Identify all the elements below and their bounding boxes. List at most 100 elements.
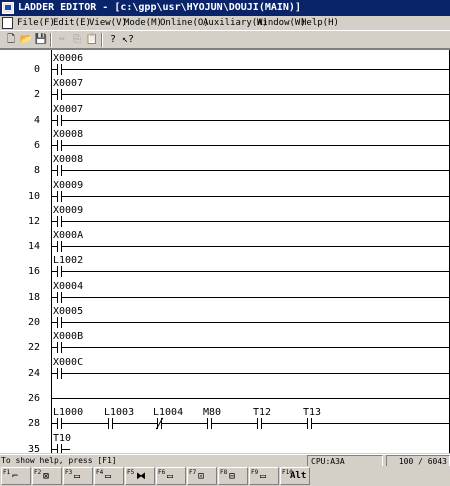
title-bar: LADDER EDITOR - [c:\gpp\usr\HYOJUN\DOUJI…	[0, 0, 450, 16]
rung-line	[62, 449, 70, 450]
fkey-label: F6	[158, 469, 166, 476]
fkey-symbol-icon: Alt	[290, 471, 307, 481]
contact-bar	[57, 89, 58, 100]
open-folder-icon[interactable]: 📂	[19, 33, 33, 47]
paste-icon[interactable]: 📋	[85, 33, 99, 47]
fkey-f9-button[interactable]: F9 ▭	[249, 467, 279, 485]
cut-icon[interactable]: ✂	[55, 33, 69, 47]
rung-line	[62, 196, 449, 197]
contact-label: X0007	[53, 78, 84, 89]
step-number: 26	[27, 393, 40, 404]
menu-online[interactable]: Online(O)	[160, 16, 209, 30]
fkey-symbol-icon: ▭	[74, 471, 81, 482]
contact-bar	[307, 418, 308, 429]
menu-edit[interactable]: Edit(E)	[53, 16, 91, 30]
fkey-label: F8	[220, 469, 228, 476]
rung-line	[62, 120, 449, 121]
fkey-f4-button[interactable]: F4 ▭	[94, 467, 124, 485]
contact-bar	[57, 368, 58, 379]
contact-label: X0005	[53, 306, 84, 317]
fkey-label: F1	[3, 469, 11, 476]
context-help-icon[interactable]: ↖?	[121, 33, 135, 47]
step-number: 0	[33, 64, 40, 75]
rung-line	[162, 423, 207, 424]
fkey-label: F9	[251, 469, 259, 476]
fkey-symbol-icon: ▭	[105, 471, 112, 482]
contact-bar	[57, 266, 58, 277]
fkey-f2-button[interactable]: F2 ⊠	[32, 467, 62, 485]
contact-bar	[57, 165, 58, 176]
fkey-f3-button[interactable]: F3 ▭	[63, 467, 93, 485]
contact-label: T13	[303, 407, 322, 418]
contact-label: X0004	[53, 281, 84, 292]
step-number: 24	[27, 368, 40, 379]
window-title: LADDER EDITOR - [c:\gpp\usr\HYOJUN\DOUJI…	[18, 2, 301, 13]
help-icon[interactable]: ?	[106, 33, 120, 47]
function-key-bar: F1 ⌐ F2 ⊠ F3 ▭ F4 ▭ F5 ⧓ F6 ▭ F7 ⊡ F8 ⊟ F9 ▭ F10 Alt	[0, 466, 450, 486]
contact-bar	[57, 342, 58, 353]
contact-bar	[108, 418, 109, 429]
step-number: 28	[27, 418, 40, 429]
rung-line	[62, 94, 449, 95]
contact-label: M80	[203, 407, 222, 418]
contact-bar	[57, 140, 58, 151]
rung-line	[262, 423, 307, 424]
menu-mode[interactable]: Mode(M)	[124, 16, 162, 30]
toolbar-separator	[50, 33, 52, 47]
fkey-label: F5	[127, 469, 135, 476]
rung-line	[62, 297, 449, 298]
rung-line	[62, 347, 449, 348]
fkey-label: F7	[189, 469, 197, 476]
contact-label: X0008	[53, 154, 84, 165]
fkey-f6-button[interactable]: F6 ▭	[156, 467, 186, 485]
contact-label: L1002	[53, 255, 84, 266]
ladder-editor-canvas[interactable]: 0 X0006 2 X0007 4 X0007 6 X0008 8 X0008 10 X0009 12 X…	[0, 49, 450, 453]
new-file-icon[interactable]: 🗋	[4, 33, 18, 47]
contact-label: X000A	[53, 230, 84, 241]
fkey-symbol-icon: ⊟	[229, 471, 236, 482]
fkey-label: F3	[65, 469, 73, 476]
contact-bar	[257, 418, 258, 429]
fkey-f10-button[interactable]: F10 Alt	[280, 467, 310, 485]
rung-line	[312, 423, 449, 424]
rung-line	[62, 69, 449, 70]
contact-label: X0008	[53, 129, 84, 140]
rung-line	[62, 423, 108, 424]
step-number: 12	[27, 216, 40, 227]
save-icon[interactable]: 💾	[34, 33, 48, 47]
rung-line	[62, 221, 449, 222]
menu-file[interactable]: File(F)	[17, 16, 55, 30]
contact-bar	[57, 418, 58, 429]
fkey-symbol-icon: ⌐	[12, 471, 19, 482]
contact-label: T10	[53, 433, 72, 444]
contact-bar	[57, 64, 58, 75]
rung-line	[62, 373, 449, 374]
fkey-f7-button[interactable]: F7 ⊡	[187, 467, 217, 485]
fkey-f8-button[interactable]: F8 ⊟	[218, 467, 248, 485]
fkey-symbol-icon: ⊡	[198, 471, 205, 482]
document-icon[interactable]	[2, 17, 13, 29]
step-number: 16	[27, 266, 40, 277]
fkey-label: F4	[96, 469, 104, 476]
fkey-f5-button[interactable]: F5 ⧓	[125, 467, 155, 485]
contact-label: L1000	[53, 407, 84, 418]
contact-bar	[57, 317, 58, 328]
rung-line	[51, 398, 449, 399]
rung-line	[62, 246, 449, 247]
step-number: 6	[33, 140, 40, 151]
left-power-rail	[51, 50, 52, 453]
app-icon[interactable]	[2, 2, 14, 14]
contact-label: T12	[253, 407, 272, 418]
fkey-f1-button[interactable]: F1 ⌐	[1, 467, 31, 485]
contact-label: X0007	[53, 104, 84, 115]
rung-line	[62, 145, 449, 146]
step-number: 22	[27, 342, 40, 353]
menu-view[interactable]: View(V)	[89, 16, 127, 30]
contact-bar	[57, 191, 58, 202]
menu-help[interactable]: Help(H)	[301, 16, 339, 30]
contact-label: X0006	[53, 53, 84, 64]
contact-label: X0009	[53, 205, 84, 216]
copy-icon[interactable]: ⎘	[70, 33, 84, 47]
step-number: 2	[33, 89, 40, 100]
menu-window[interactable]: Window(W)	[257, 16, 306, 30]
